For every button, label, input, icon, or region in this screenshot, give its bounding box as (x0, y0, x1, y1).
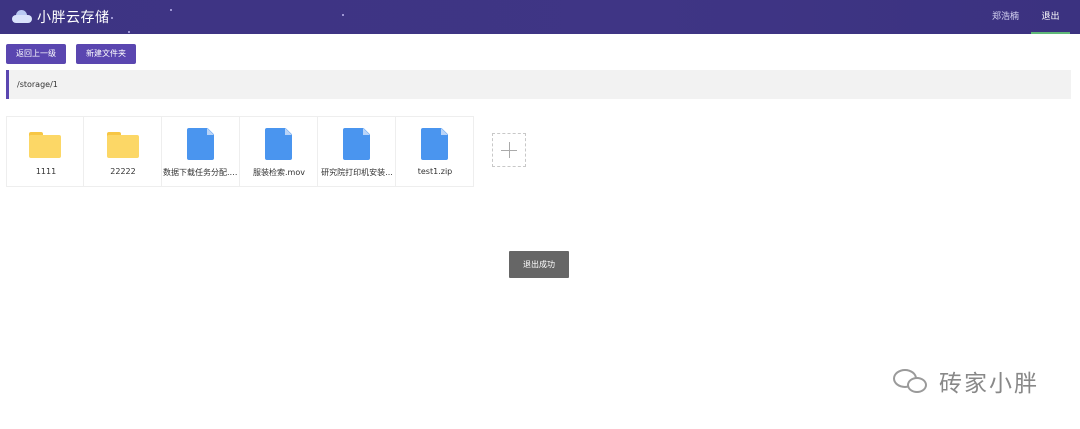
file-item-file[interactable]: test1.zip (396, 116, 474, 187)
file-icon (265, 128, 292, 160)
file-name: test1.zip (417, 167, 453, 176)
file-item-folder[interactable]: 1111 (6, 116, 84, 187)
file-item-file[interactable]: 服装检索.mov (240, 116, 318, 187)
toast-message: 退出成功 (509, 251, 569, 278)
path-breadcrumb: /storage/1 (6, 70, 1071, 99)
toolbar: 返回上一级 新建文件夹 (6, 44, 146, 64)
watermark-text: 砖家小胖 (939, 371, 1039, 397)
file-name: 研究院打印机安装... (321, 168, 393, 177)
decorative-star (342, 14, 344, 16)
app-title: 小胖云存储 (37, 10, 110, 26)
user-name-link[interactable]: 郑浩楠 (980, 0, 1031, 34)
file-grid: 1111 22222 数据下载任务分配.zip 服装检索.mov 研究院打印机安… (6, 116, 474, 187)
file-name: 数据下载任务分配.zip (163, 168, 240, 177)
file-name: 22222 (110, 167, 136, 176)
new-folder-button[interactable]: 新建文件夹 (76, 44, 136, 64)
decorative-star (170, 9, 172, 11)
file-icon (343, 128, 370, 160)
folder-icon (106, 132, 139, 158)
file-name: 服装检索.mov (253, 168, 305, 177)
cloud-logo-icon (12, 10, 32, 24)
brand[interactable]: 小胖云存储 (12, 7, 110, 27)
folder-icon (29, 132, 61, 158)
file-item-file[interactable]: 数据下载任务分配.zip (162, 116, 240, 187)
file-name: 1111 (35, 167, 57, 176)
back-button[interactable]: 返回上一级 (6, 44, 66, 64)
wechat-icon (893, 367, 933, 395)
file-item-folder[interactable]: 22222 (84, 116, 162, 187)
upload-button[interactable] (492, 133, 526, 167)
logout-link[interactable]: 退出 (1031, 0, 1070, 34)
file-icon (187, 128, 214, 160)
decorative-star (111, 17, 113, 19)
watermark: 砖家小胖 (893, 364, 1039, 398)
file-item-file[interactable]: 研究院打印机安装... (318, 116, 396, 187)
decorative-star (128, 31, 130, 33)
file-icon (421, 128, 448, 160)
top-nav-bar: 小胖云存储 郑浩楠 退出 (0, 0, 1080, 34)
